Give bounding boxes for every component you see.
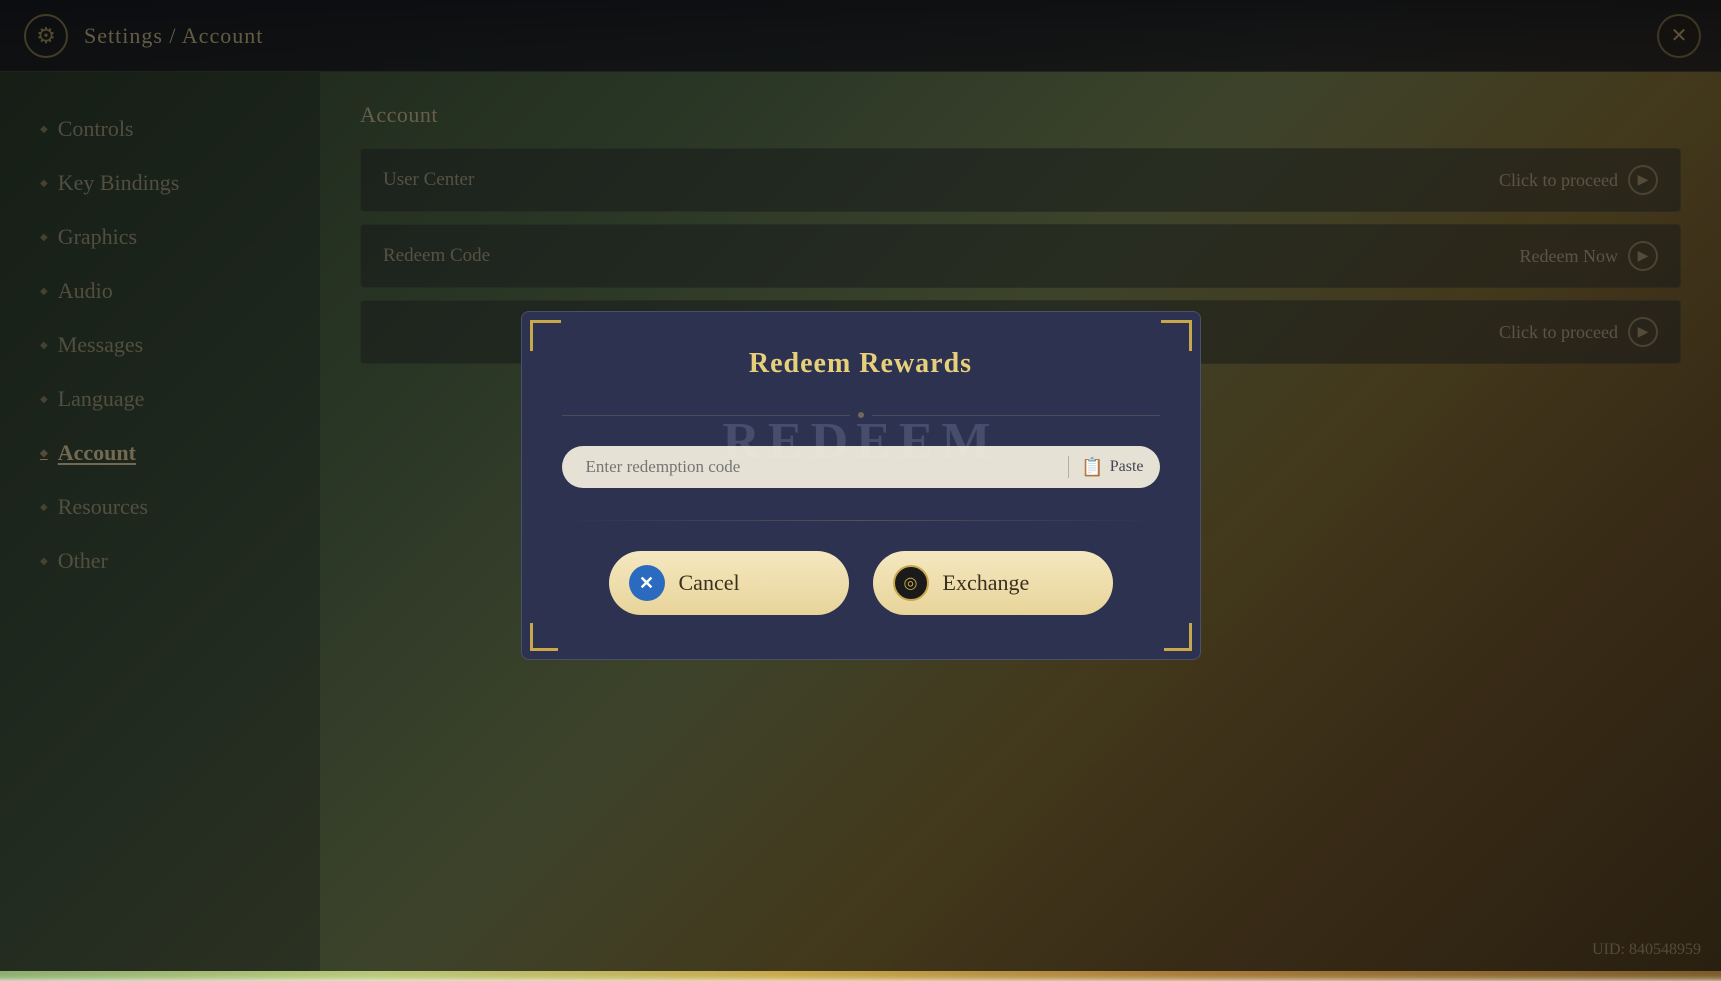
redeem-modal: Redeem Rewards REDEEM 📋 Paste ✕ Cancel bbox=[521, 311, 1201, 660]
modal-overlay: Redeem Rewards REDEEM 📋 Paste ✕ Cancel bbox=[0, 0, 1721, 971]
bottom-divider bbox=[562, 520, 1160, 521]
corner-br bbox=[1164, 623, 1192, 651]
paste-icon: 📋 bbox=[1081, 457, 1103, 478]
redemption-code-input[interactable] bbox=[586, 457, 1057, 477]
exchange-icon: ◎ bbox=[893, 565, 929, 601]
paste-label: Paste bbox=[1110, 458, 1144, 476]
cancel-icon: ✕ bbox=[629, 565, 665, 601]
cancel-label: Cancel bbox=[679, 570, 740, 596]
paste-button[interactable]: 📋 Paste bbox=[1081, 457, 1143, 478]
exchange-button[interactable]: ◎ Exchange bbox=[873, 551, 1113, 615]
modal-title: Redeem Rewards bbox=[562, 348, 1160, 380]
modal-buttons: ✕ Cancel ◎ Exchange bbox=[562, 551, 1160, 615]
exchange-label: Exchange bbox=[943, 570, 1030, 596]
input-row: 📋 Paste bbox=[562, 446, 1160, 488]
cancel-button[interactable]: ✕ Cancel bbox=[609, 551, 849, 615]
input-separator bbox=[1068, 456, 1069, 478]
corner-bl bbox=[530, 623, 558, 651]
